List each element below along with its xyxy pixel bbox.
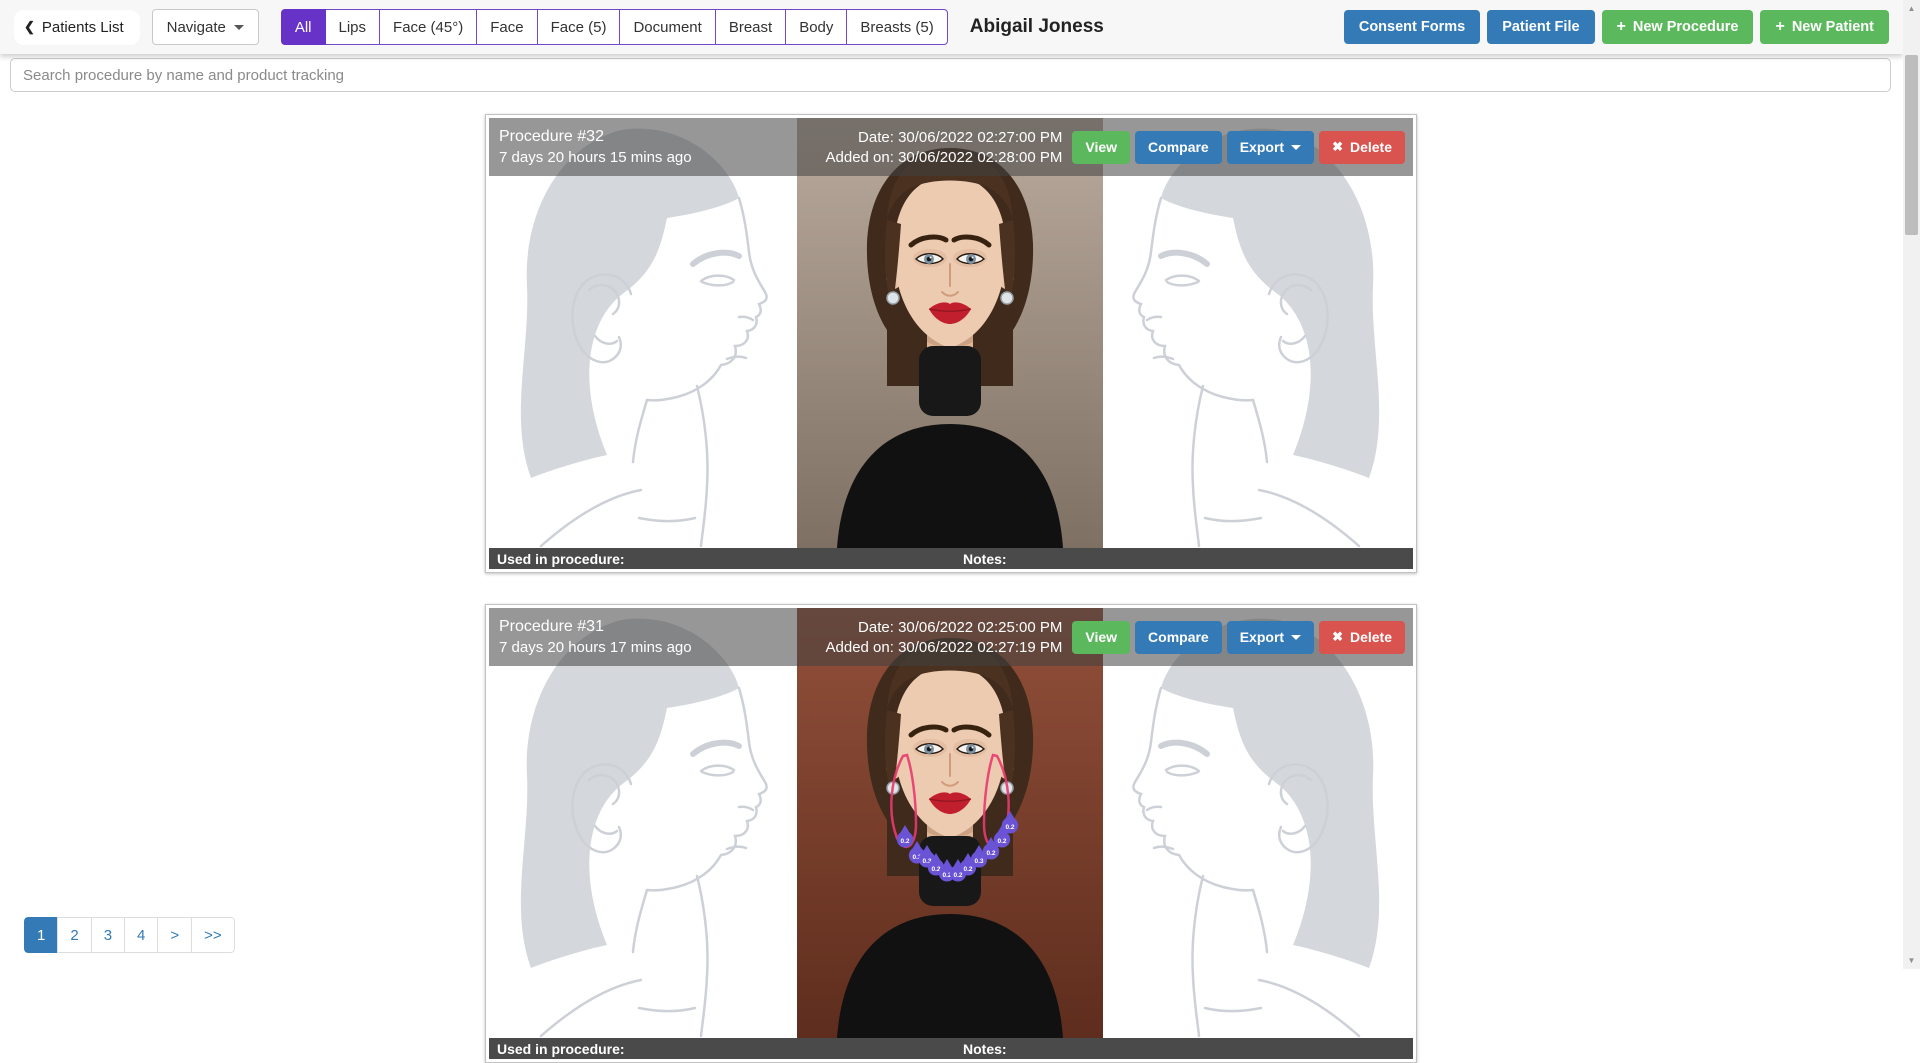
plus-icon: + (1617, 19, 1626, 35)
export-dropdown-button[interactable]: Export (1227, 131, 1314, 164)
procedure-title: Procedure #31 (499, 618, 692, 636)
svg-text:0.2: 0.2 (953, 872, 962, 879)
face-template-right-image[interactable] (1105, 118, 1411, 548)
tab-document[interactable]: Document (619, 9, 715, 45)
procedure-32-header: Procedure #32 7 days 20 hours 15 mins ag… (489, 118, 1413, 176)
svg-text:0.2: 0.2 (1005, 824, 1014, 831)
page: ❮ Patients List Navigate All Lips Face (… (0, 0, 1903, 969)
svg-text:0.2: 0.2 (997, 838, 1006, 845)
procedure-age: 7 days 20 hours 15 mins ago (499, 149, 692, 166)
tab-all[interactable]: All (281, 9, 326, 45)
svg-text:0.2: 0.2 (963, 866, 972, 873)
face-template-left-image[interactable] (489, 608, 795, 1038)
next-page-button[interactable]: > (157, 917, 192, 953)
vertical-scrollbar[interactable]: ▲ ▼ (1903, 0, 1920, 969)
tab-face[interactable]: Face (476, 9, 537, 45)
tab-breast[interactable]: Breast (715, 9, 786, 45)
x-icon: ✖ (1332, 139, 1343, 155)
pagination: 1 2 3 4 > >> (24, 917, 235, 953)
page-1-button[interactable]: 1 (24, 917, 58, 953)
top-navbar: ❮ Patients List Navigate All Lips Face (… (0, 0, 1903, 54)
procedure-31-footer: Used in procedure: Notes: (489, 1038, 1413, 1059)
svg-text:0.2: 0.2 (986, 850, 995, 857)
view-button[interactable]: View (1072, 131, 1130, 164)
procedure-32-footer: Used in procedure: Notes: (489, 548, 1413, 569)
notes-label: Notes: (963, 1041, 1007, 1057)
compare-button[interactable]: Compare (1135, 621, 1222, 654)
page-4-button[interactable]: 4 (124, 917, 158, 953)
scroll-up-icon[interactable]: ▲ (1903, 0, 1920, 17)
consent-forms-button[interactable]: Consent Forms (1344, 10, 1480, 44)
tab-lips[interactable]: Lips (325, 9, 381, 45)
notes-label: Notes: (963, 551, 1007, 567)
procedure-date: Date: 30/06/2022 02:25:00 PM (826, 619, 1063, 636)
procedure-age: 7 days 20 hours 17 mins ago (499, 639, 692, 656)
navigate-dropdown[interactable]: Navigate (152, 9, 259, 45)
compare-button[interactable]: Compare (1135, 131, 1222, 164)
svg-text:0.2: 0.2 (900, 838, 909, 845)
tab-breasts-5[interactable]: Breasts (5) (846, 9, 947, 45)
procedure-31-header: Procedure #31 7 days 20 hours 17 mins ag… (489, 608, 1413, 666)
navigate-label: Navigate (167, 19, 226, 36)
delete-button[interactable]: ✖ Delete (1319, 131, 1405, 164)
face-template-right-image[interactable] (1105, 608, 1411, 1038)
scrollbar-thumb[interactable] (1905, 55, 1918, 235)
search-bar (10, 58, 1891, 92)
new-procedure-button[interactable]: + New Procedure (1602, 10, 1754, 44)
used-in-procedure-label: Used in procedure: (489, 551, 625, 567)
delete-button[interactable]: ✖ Delete (1319, 621, 1405, 654)
export-dropdown-button[interactable]: Export (1227, 621, 1314, 654)
procedure-date: Date: 30/06/2022 02:27:00 PM (826, 129, 1063, 146)
patient-photo-image[interactable] (797, 118, 1103, 548)
patients-list-back-button[interactable]: ❮ Patients List (14, 10, 140, 45)
chevron-left-icon: ❮ (24, 19, 35, 35)
page-2-button[interactable]: 2 (57, 917, 91, 953)
procedure-added: Added on: 30/06/2022 02:27:19 PM (826, 639, 1063, 656)
caret-down-icon (234, 25, 244, 30)
patient-file-button[interactable]: Patient File (1487, 10, 1594, 44)
procedure-32-actions: View Compare Export ✖ Delete (1072, 131, 1405, 164)
used-in-procedure-label: Used in procedure: (489, 1041, 625, 1057)
scroll-down-icon[interactable]: ▼ (1903, 952, 1920, 969)
last-page-button[interactable]: >> (191, 917, 235, 953)
new-patient-button[interactable]: + New Patient (1760, 10, 1889, 44)
navbar-actions: Consent Forms Patient File + New Procedu… (1344, 10, 1889, 44)
annotated-patient-photo-image[interactable]: 0.20.30.30.20.20.20.20.30.20.20.2 (797, 608, 1103, 1038)
procedure-title: Procedure #32 (499, 128, 692, 146)
face-template-left-image[interactable] (489, 118, 795, 548)
x-icon: ✖ (1332, 629, 1343, 645)
caret-down-icon (1291, 635, 1301, 640)
procedure-list: Procedure #32 7 days 20 hours 15 mins ag… (485, 114, 1417, 1063)
caret-down-icon (1291, 145, 1301, 150)
tab-face-5[interactable]: Face (5) (537, 9, 621, 45)
page-3-button[interactable]: 3 (91, 917, 125, 953)
svg-text:0.3: 0.3 (974, 858, 983, 865)
view-button[interactable]: View (1072, 621, 1130, 654)
filter-tabs: All Lips Face (45°) Face Face (5) Docume… (281, 9, 948, 45)
procedure-added: Added on: 30/06/2022 02:28:00 PM (826, 149, 1063, 166)
patient-name: Abigail Joness (970, 16, 1104, 38)
plus-icon: + (1775, 19, 1784, 35)
procedure-31-actions: View Compare Export ✖ Delete (1072, 621, 1405, 654)
search-input[interactable] (10, 58, 1891, 92)
patients-list-label: Patients List (42, 19, 124, 36)
procedure-card-31: Procedure #31 7 days 20 hours 17 mins ag… (485, 604, 1417, 1063)
procedure-card-32: Procedure #32 7 days 20 hours 15 mins ag… (485, 114, 1417, 573)
tab-face-45[interactable]: Face (45°) (379, 9, 477, 45)
tab-body[interactable]: Body (785, 9, 847, 45)
